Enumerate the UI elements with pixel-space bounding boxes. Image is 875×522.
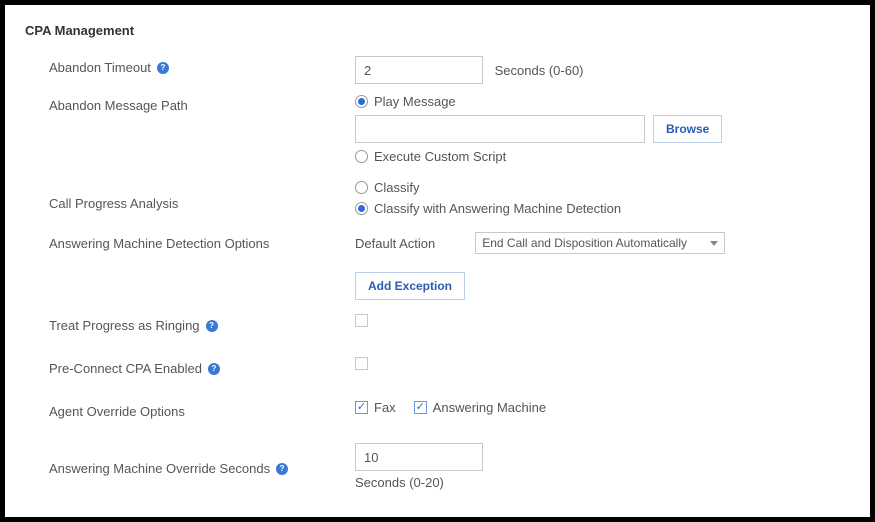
help-icon[interactable]: ? [157,62,169,74]
classify-amd-label: Classify with Answering Machine Detectio… [374,201,621,216]
pre-connect-checkbox[interactable] [355,357,368,370]
row-agent-override: Agent Override Options ✓ Fax ✓ Answering… [25,400,850,419]
row-amd-options: Answering Machine Detection Options Defa… [25,232,850,254]
abandon-timeout-input[interactable] [355,56,483,84]
radio-execute-custom-script[interactable] [355,150,368,163]
default-action-select[interactable]: End Call and Disposition Automatically [475,232,725,254]
row-pre-connect: Pre-Connect CPA Enabled ? [25,357,850,376]
execute-custom-script-label: Execute Custom Script [374,149,506,164]
abandon-timeout-label: Abandon Timeout [49,60,151,75]
add-exception-button[interactable]: Add Exception [355,272,465,300]
classify-label: Classify [374,180,420,195]
pre-connect-label: Pre-Connect CPA Enabled [49,361,202,376]
default-action-value: End Call and Disposition Automatically [482,236,687,250]
row-abandon-message-path: Abandon Message Path Play Message Browse… [25,94,850,170]
call-progress-analysis-label: Call Progress Analysis [49,196,178,211]
fax-checkbox[interactable]: ✓ [355,401,368,414]
section-title: CPA Management [25,23,850,38]
abandon-timeout-suffix: Seconds (0-60) [495,63,584,78]
row-call-progress-analysis: Call Progress Analysis Classify Classify… [25,180,850,222]
am-override-seconds-input[interactable] [355,443,483,471]
am-override-seconds-suffix: Seconds (0-20) [355,475,850,490]
row-am-override-seconds: Answering Machine Override Seconds ? Sec… [25,443,850,490]
help-icon[interactable]: ? [208,363,220,375]
treat-progress-checkbox[interactable] [355,314,368,327]
help-icon[interactable]: ? [276,463,288,475]
row-abandon-timeout: Abandon Timeout ? Seconds (0-60) [25,56,850,84]
play-message-label: Play Message [374,94,456,109]
treat-progress-label: Treat Progress as Ringing [49,318,200,333]
abandon-message-path-label: Abandon Message Path [49,98,188,113]
radio-play-message[interactable] [355,95,368,108]
row-treat-progress: Treat Progress as Ringing ? [25,314,850,333]
answering-machine-label: Answering Machine [433,400,546,415]
message-path-input[interactable] [355,115,645,143]
agent-override-label: Agent Override Options [49,404,185,419]
fax-label: Fax [374,400,396,415]
am-override-seconds-label: Answering Machine Override Seconds [49,461,270,476]
default-action-label: Default Action [355,236,435,251]
answering-machine-checkbox[interactable]: ✓ [414,401,427,414]
radio-classify-amd[interactable] [355,202,368,215]
amd-options-label: Answering Machine Detection Options [49,236,269,251]
radio-classify[interactable] [355,181,368,194]
browse-button[interactable]: Browse [653,115,722,143]
cpa-management-panel: CPA Management Abandon Timeout ? Seconds… [5,5,870,517]
help-icon[interactable]: ? [206,320,218,332]
row-add-exception: Add Exception [25,258,850,300]
